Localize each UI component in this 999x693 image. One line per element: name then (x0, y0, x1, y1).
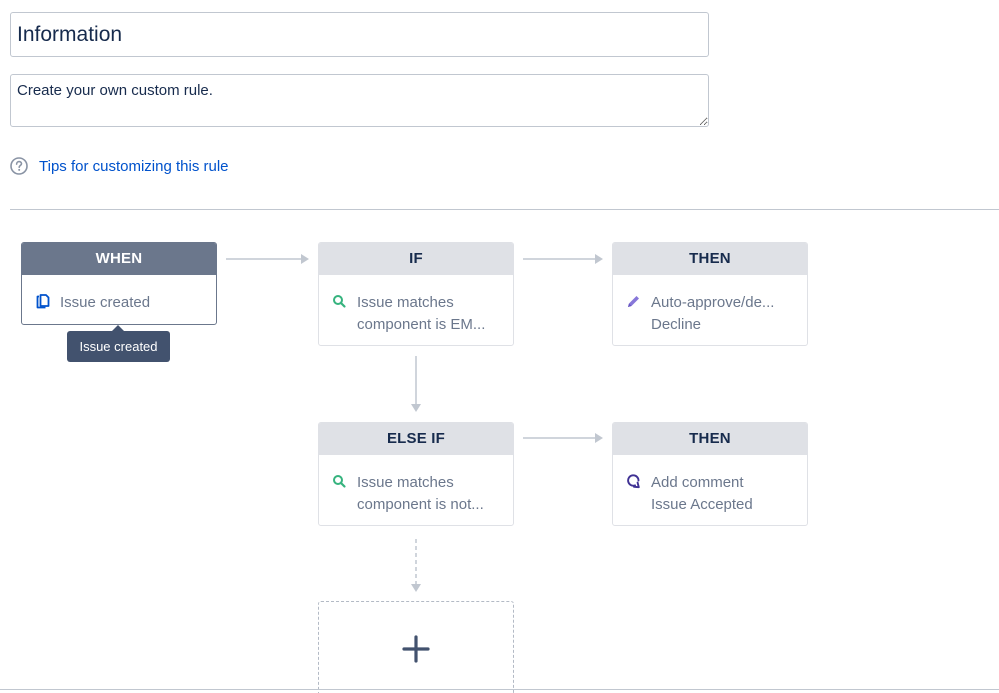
then-1-line-1: Auto-approve/de... (651, 294, 775, 311)
section-divider (10, 209, 999, 210)
then-body-2: Add comment Issue Accepted (613, 455, 807, 516)
comment-icon (627, 474, 640, 489)
arrow-else-if-to-then (523, 433, 603, 443)
tips-link[interactable]: Tips for customizing this rule (39, 158, 229, 175)
arrow-when-to-if (226, 254, 309, 264)
rule-editor: Create your own custom rule. Tips for cu… (0, 0, 999, 693)
issue-created-icon (36, 294, 50, 309)
arrow-if-to-then (523, 254, 603, 264)
search-icon (333, 295, 346, 308)
when-trigger-node[interactable]: WHEN Issue created (21, 242, 217, 325)
then-action-node-2[interactable]: THEN Add comment Issue Accepted (612, 422, 808, 526)
bottom-divider (0, 689, 999, 690)
when-body: Issue created (22, 275, 216, 314)
else-if-body: Issue matches component is not... (319, 455, 513, 516)
else-if-header: ELSE IF (319, 423, 513, 455)
then-action-node-1[interactable]: THEN Auto-approve/de... Decline (612, 242, 808, 346)
arrow-else-if-to-add (411, 539, 421, 592)
rule-name-input[interactable] (10, 12, 709, 57)
plus-icon (402, 634, 430, 663)
if-line-1: Issue matches (357, 294, 454, 311)
pencil-icon (628, 296, 639, 307)
rule-description-textarea[interactable]: Create your own custom rule. (10, 74, 709, 127)
then-1-line-2: Decline (651, 316, 702, 333)
else-if-line-2: component is not... (357, 496, 484, 513)
if-line-2: component is EM... (357, 316, 486, 333)
tips-row: Tips for customizing this rule (10, 156, 229, 176)
then-2-line-2: Issue Accepted (651, 496, 753, 513)
arrow-if-to-else-if (411, 356, 421, 412)
then-2-line-1: Add comment (651, 474, 744, 491)
then-body-1: Auto-approve/de... Decline (613, 275, 807, 336)
if-header: IF (319, 243, 513, 275)
then-header-2: THEN (613, 423, 807, 455)
else-if-line-1: Issue matches (357, 474, 454, 491)
help-circle-icon (10, 157, 28, 175)
when-tooltip: Issue created (67, 325, 170, 362)
else-if-condition-node[interactable]: ELSE IF Issue matches component is not..… (318, 422, 514, 526)
when-line-1: Issue created (60, 294, 151, 311)
if-body: Issue matches component is EM... (319, 275, 513, 336)
add-component-button[interactable] (318, 601, 514, 693)
if-condition-node[interactable]: IF Issue matches component is EM... (318, 242, 514, 346)
search-icon (333, 475, 346, 488)
then-header-1: THEN (613, 243, 807, 275)
when-header: WHEN (22, 243, 216, 275)
